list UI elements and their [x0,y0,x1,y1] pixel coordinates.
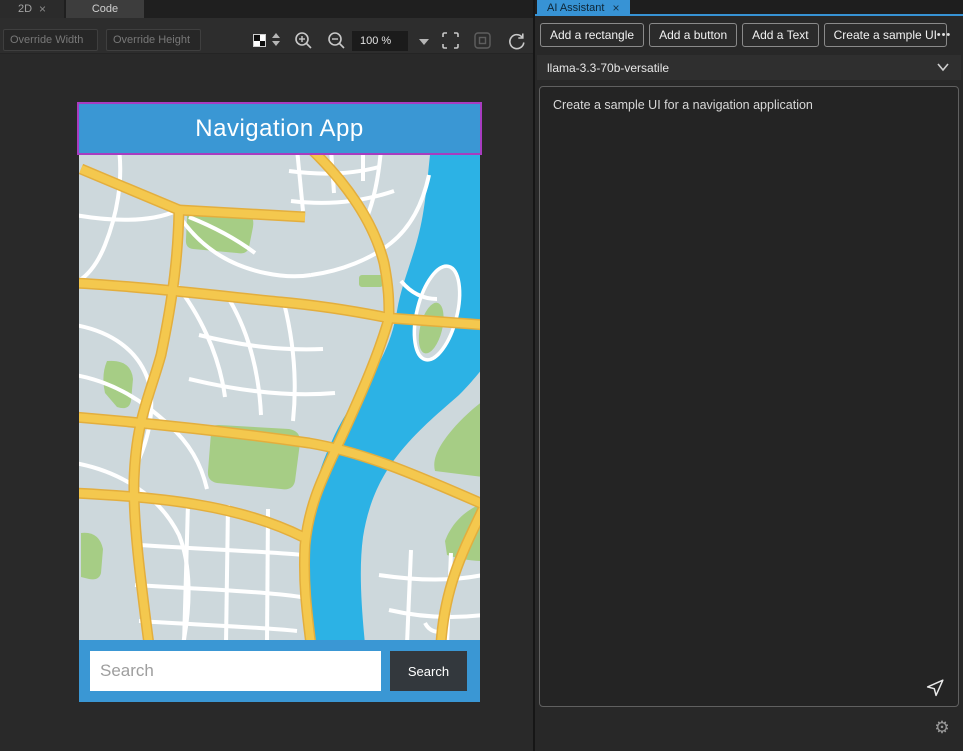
quick-actions: Add a rectangle Add a button Add a Text … [540,23,947,47]
model-selector[interactable]: llama-3.3-70b-versatile [537,55,961,80]
zoom-level-field[interactable]: 100 % [352,31,408,51]
reload-icon[interactable] [507,31,526,50]
tab-ai-assistant[interactable]: AI Assistant × [537,0,630,16]
zoom-out-icon[interactable] [327,31,346,50]
search-bar: Search [79,640,480,702]
send-icon [926,678,944,696]
app-header-selected[interactable]: Navigation App [77,102,482,155]
ai-assistant-panel: AI Assistant × Add a rectangle Add a but… [535,0,963,751]
canvas-toolbar: 100 % [0,18,533,54]
settings-gear-icon[interactable]: ⚙ [931,717,953,739]
tab-2d[interactable]: 2D × [0,0,64,18]
zoom-dropdown-caret[interactable] [419,39,429,45]
chevron-down-icon [937,63,949,72]
map-view[interactable] [79,153,480,640]
ai-tabstrip: AI Assistant × [535,0,963,16]
zoom-in-icon[interactable] [294,31,313,50]
close-icon[interactable]: × [39,3,46,15]
design-workspace: 2D × Code 100 % [0,0,533,751]
override-width-input[interactable] [3,29,98,51]
zoom-level-value: 100 % [360,35,392,47]
tab-code-label: Code [91,3,119,15]
fit-to-view-icon[interactable] [441,31,460,50]
search-input[interactable] [90,651,381,691]
add-text-button[interactable]: Add a Text [742,23,819,47]
pixel-grid-icon[interactable] [253,34,266,47]
prompt-text: Create a sample UI for a navigation appl… [553,98,813,112]
park-area [359,275,383,287]
search-button[interactable]: Search [390,651,467,691]
view-tabbar: 2D × Code [0,0,533,18]
tab-code[interactable]: Code [66,0,144,18]
close-icon[interactable]: × [612,2,619,14]
send-button[interactable] [924,674,950,700]
add-rectangle-button[interactable]: Add a rectangle [540,23,645,47]
create-sample-ui-button[interactable]: Create a sample UI [823,23,947,47]
ai-tab-label: AI Assistant [547,2,605,14]
more-options-button[interactable]: ••• [930,23,958,47]
override-height-input[interactable] [106,29,201,51]
app-preview: Navigation App Search Search [77,102,482,702]
add-button-button[interactable]: Add a button [649,23,738,47]
model-name: llama-3.3-70b-versatile [547,60,670,75]
zoom-selection-icon [474,32,491,49]
stepper-arrows[interactable] [272,33,280,46]
app-title: Navigation App [195,114,364,142]
prompt-input[interactable]: Create a sample UI for a navigation appl… [539,86,959,707]
tab-2d-label: 2D [17,3,33,15]
